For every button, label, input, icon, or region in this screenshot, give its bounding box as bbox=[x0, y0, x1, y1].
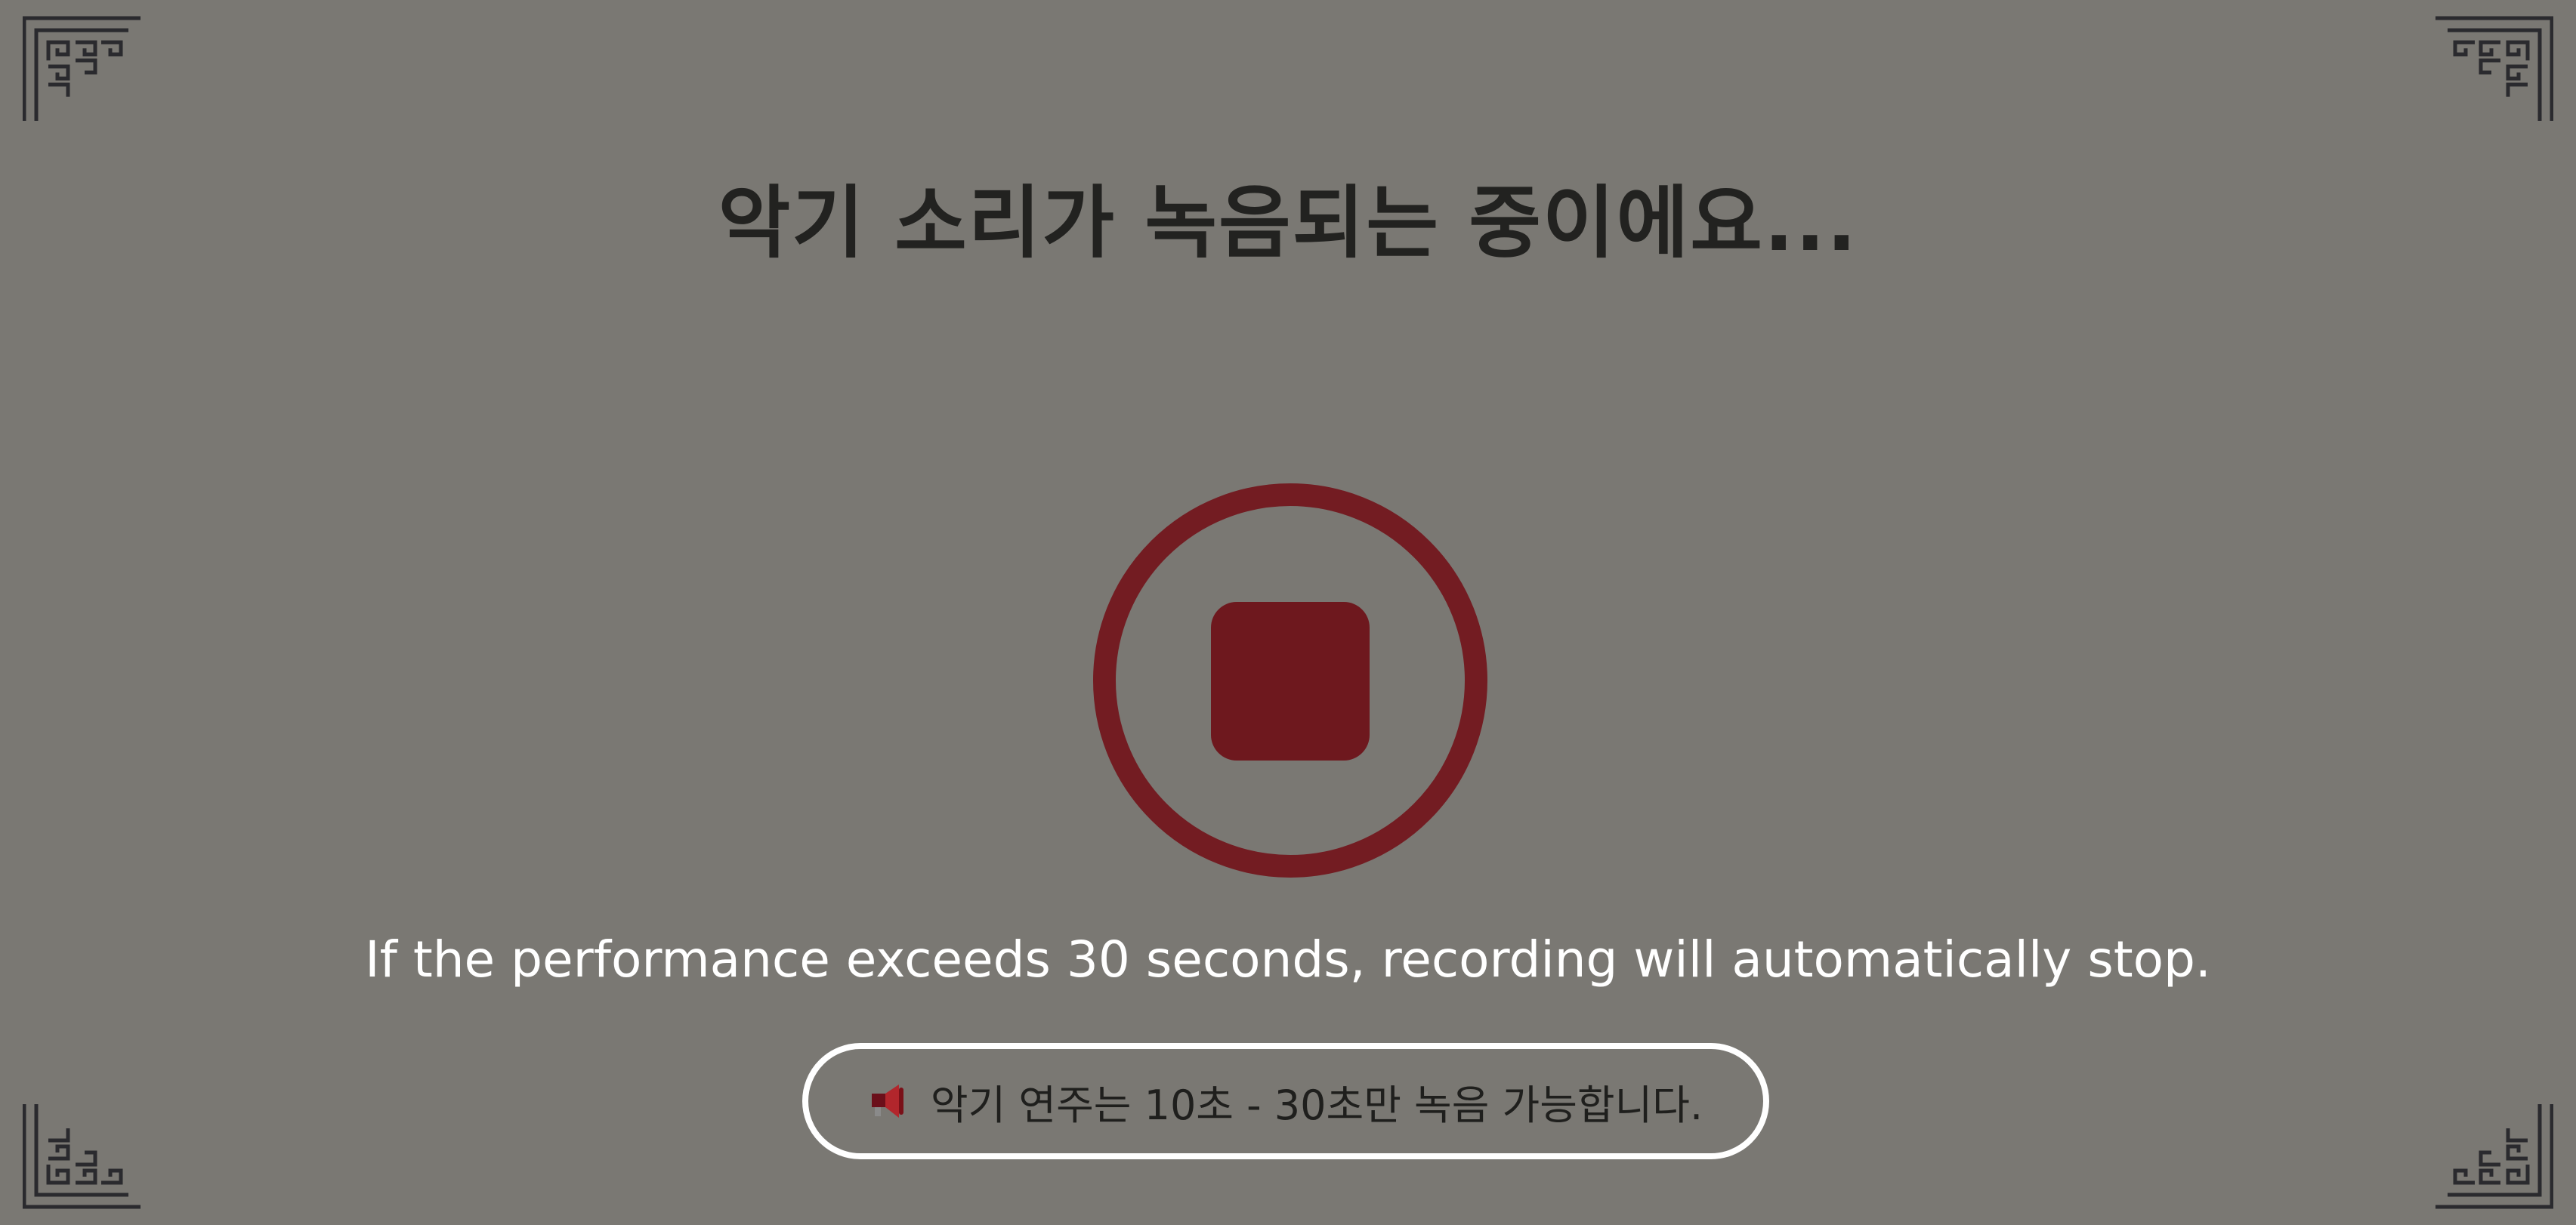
corner-ornament-top-left bbox=[23, 15, 144, 128]
notice-text: 악기 연주는 10초 - 30초만 녹음 가능합니다. bbox=[930, 1081, 1703, 1129]
recording-notice: 악기 연주는 10초 - 30초만 녹음 가능합니다. bbox=[802, 1043, 1769, 1159]
corner-ornament-top-right bbox=[2432, 15, 2553, 128]
megaphone-icon bbox=[869, 1080, 914, 1122]
page-title: 악기 소리가 녹음되는 중이에요... bbox=[718, 177, 1858, 269]
recording-info-text: If the performance exceeds 30 seconds, r… bbox=[365, 930, 2211, 989]
corner-ornament-bottom-left bbox=[23, 1097, 144, 1210]
stop-icon[interactable] bbox=[1211, 602, 1370, 761]
corner-ornament-bottom-right bbox=[2432, 1097, 2553, 1210]
